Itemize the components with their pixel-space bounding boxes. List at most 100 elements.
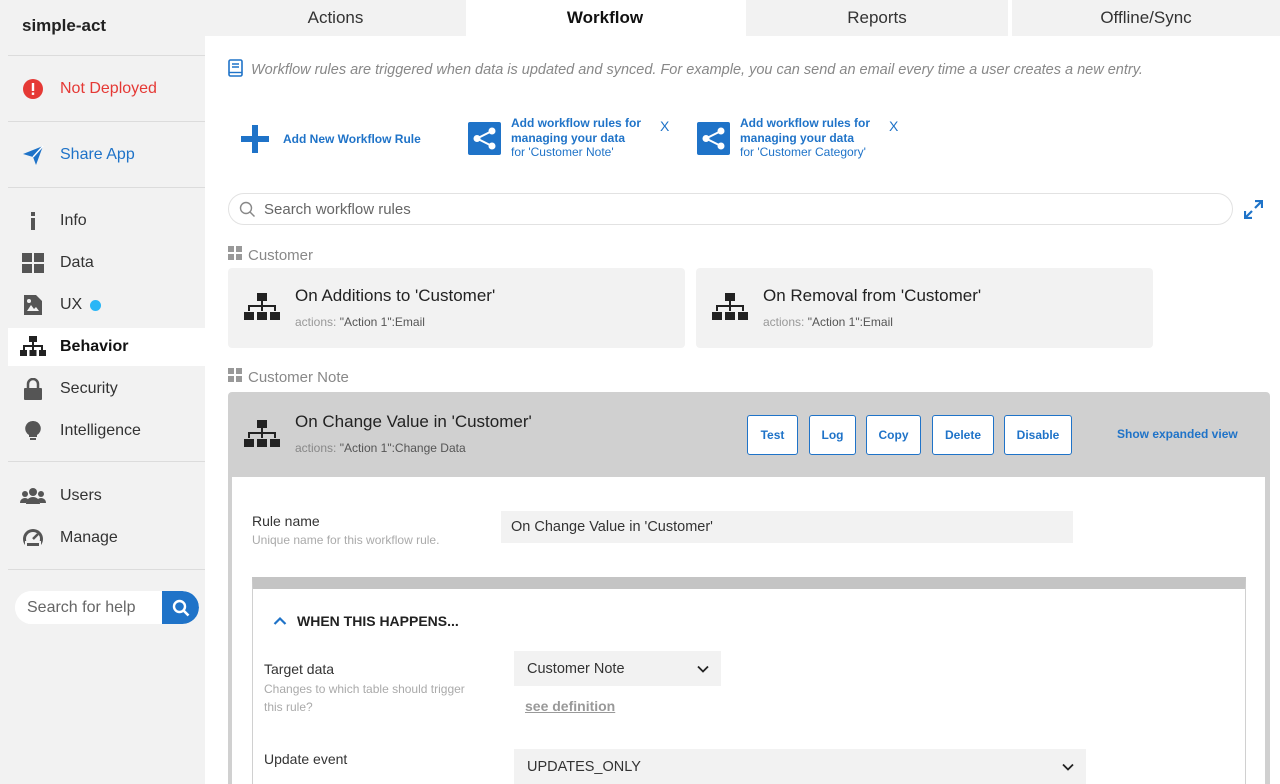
actions-value: "Action 1":Email <box>807 315 893 329</box>
section-title: WHEN THIS HAPPENS... <box>297 613 459 629</box>
target-data-label: Target data <box>264 661 335 677</box>
close-icon: X <box>660 118 670 134</box>
add-new-rule-label: Add New Workflow Rule <box>283 131 421 146</box>
dismiss-suggestion-button[interactable]: X <box>660 119 669 134</box>
share-nodes-icon <box>468 122 501 155</box>
update-event-value: UPDATES_ONLY <box>527 758 641 775</box>
tab-actions[interactable]: Actions <box>205 0 466 36</box>
rule-search-box <box>228 193 1233 225</box>
hierarchy-icon <box>244 420 280 455</box>
add-new-rule-button[interactable]: Add New Workflow Rule <box>240 124 421 154</box>
notification-dot <box>90 299 102 311</box>
gauge-icon <box>20 525 46 551</box>
test-button[interactable]: Test <box>747 415 798 455</box>
target-data-select[interactable]: Customer Note <box>514 651 721 686</box>
workflow-rule-card[interactable]: On Additions to 'Customer' actions: "Act… <box>228 268 685 348</box>
divider <box>8 187 205 188</box>
divider <box>8 569 205 570</box>
app-title: simple-act <box>22 16 107 35</box>
suggestion-text: Add workflow rules for managing your dat… <box>511 116 641 160</box>
share-app-item[interactable]: Share App <box>8 136 205 174</box>
search-icon <box>172 599 189 616</box>
sidebar-item-label: Behavior <box>60 338 129 355</box>
sidebar: simple-act Not Deployed Share App Info D… <box>0 0 205 784</box>
suggestion-line3: for 'Customer Note' <box>511 145 614 159</box>
sidebar-item-users[interactable]: Users <box>8 477 205 515</box>
rule-name-label: Rule name <box>252 513 320 529</box>
sidebar-item-manage[interactable]: Manage <box>8 519 205 557</box>
share-nodes-icon <box>697 122 730 155</box>
info-icon <box>20 208 46 234</box>
deploy-status-label: Not Deployed <box>60 80 157 97</box>
disable-button[interactable]: Disable <box>1004 415 1072 455</box>
close-icon: X <box>889 118 899 134</box>
when-this-happens-toggle[interactable]: WHEN THIS HAPPENS... <box>273 613 459 629</box>
suggestion-customer-category[interactable]: Add workflow rules for managing your dat… <box>697 116 870 160</box>
see-definition-link[interactable]: see definition <box>525 698 615 714</box>
help-search-button[interactable] <box>162 591 199 624</box>
workflow-rule-card[interactable]: On Removal from 'Customer' actions: "Act… <box>696 268 1153 348</box>
show-expanded-view-link[interactable]: Show expanded view <box>1117 427 1238 441</box>
expanded-rule-panel: On Change Value in 'Customer' actions: "… <box>228 392 1270 784</box>
deploy-status-item[interactable]: Not Deployed <box>8 70 205 108</box>
sidebar-item-label: Security <box>60 380 118 397</box>
chevron-down-icon <box>697 665 709 673</box>
send-icon <box>20 142 46 168</box>
lock-icon <box>20 376 46 402</box>
suggestion-line1: Add workflow rules for <box>511 116 642 130</box>
book-icon <box>228 59 243 81</box>
tab-offline-sync[interactable]: Offline/Sync <box>1012 0 1280 36</box>
rule-actions: actions: "Action 1":Email <box>763 315 893 329</box>
sidebar-item-label: UX <box>60 296 83 313</box>
log-button[interactable]: Log <box>809 415 856 455</box>
sidebar-item-security[interactable]: Security <box>8 370 205 408</box>
hierarchy-icon <box>20 334 46 360</box>
sidebar-item-label: Intelligence <box>60 422 141 439</box>
suggestion-customer-note[interactable]: Add workflow rules for managing your dat… <box>468 116 641 160</box>
sidebar-item-intelligence[interactable]: Intelligence <box>8 412 205 450</box>
rule-title: On Additions to 'Customer' <box>295 286 496 305</box>
actions-label: actions: <box>763 315 805 329</box>
sidebar-item-info[interactable]: Info <box>8 202 205 240</box>
when-this-happens-section: WHEN THIS HAPPENS... Target data Changes… <box>252 577 1246 784</box>
tab-workflow[interactable]: Workflow <box>468 0 742 36</box>
table-icon <box>228 368 242 386</box>
error-icon <box>20 76 46 102</box>
rule-name-field[interactable]: On Change Value in 'Customer' <box>501 511 1073 543</box>
divider <box>8 55 205 56</box>
suggestion-line2: managing your data <box>511 130 626 145</box>
copy-button[interactable]: Copy <box>866 415 921 455</box>
expand-icon[interactable] <box>1243 199 1264 224</box>
rule-title: On Removal from 'Customer' <box>763 286 982 305</box>
rule-editor-form: Rule name Unique name for this workflow … <box>232 477 1265 784</box>
tab-reports[interactable]: Reports <box>746 0 1008 36</box>
info-banner: Workflow rules are triggered when data i… <box>228 59 1143 81</box>
target-data-hint: Changes to which table should trigger th… <box>264 682 465 714</box>
sidebar-item-data[interactable]: Data <box>8 244 205 282</box>
actions-label: actions: <box>295 441 337 455</box>
sidebar-item-label: Info <box>60 212 87 229</box>
rule-actions: actions: "Action 1":Email <box>295 315 425 329</box>
plus-icon <box>240 124 270 154</box>
sidebar-item-behavior[interactable]: Behavior <box>8 328 205 366</box>
tab-bar: Actions Workflow Reports Offline/Sync <box>205 0 1280 36</box>
info-text: Workflow rules are triggered when data i… <box>251 62 1143 78</box>
table-icon <box>228 246 242 264</box>
rule-name-hint: Unique name for this workflow rule. <box>252 533 440 547</box>
ux-icon <box>20 292 46 318</box>
hierarchy-icon <box>712 293 748 328</box>
share-app-label: Share App <box>60 146 135 163</box>
actions-value: "Action 1":Change Data <box>339 441 466 455</box>
sidebar-item-ux[interactable]: UX <box>8 286 205 324</box>
actions-label: actions: <box>295 315 337 329</box>
help-search-input[interactable] <box>15 591 162 624</box>
delete-button[interactable]: Delete <box>932 415 994 455</box>
dismiss-suggestion-button[interactable]: X <box>889 119 898 134</box>
rule-search-input[interactable] <box>264 200 1164 218</box>
update-event-select[interactable]: UPDATES_ONLY <box>514 749 1086 784</box>
lightbulb-icon <box>20 418 46 444</box>
update-event-label: Update event <box>264 751 348 767</box>
hierarchy-icon <box>244 293 280 328</box>
data-grid-icon <box>20 250 46 276</box>
divider <box>8 121 205 122</box>
